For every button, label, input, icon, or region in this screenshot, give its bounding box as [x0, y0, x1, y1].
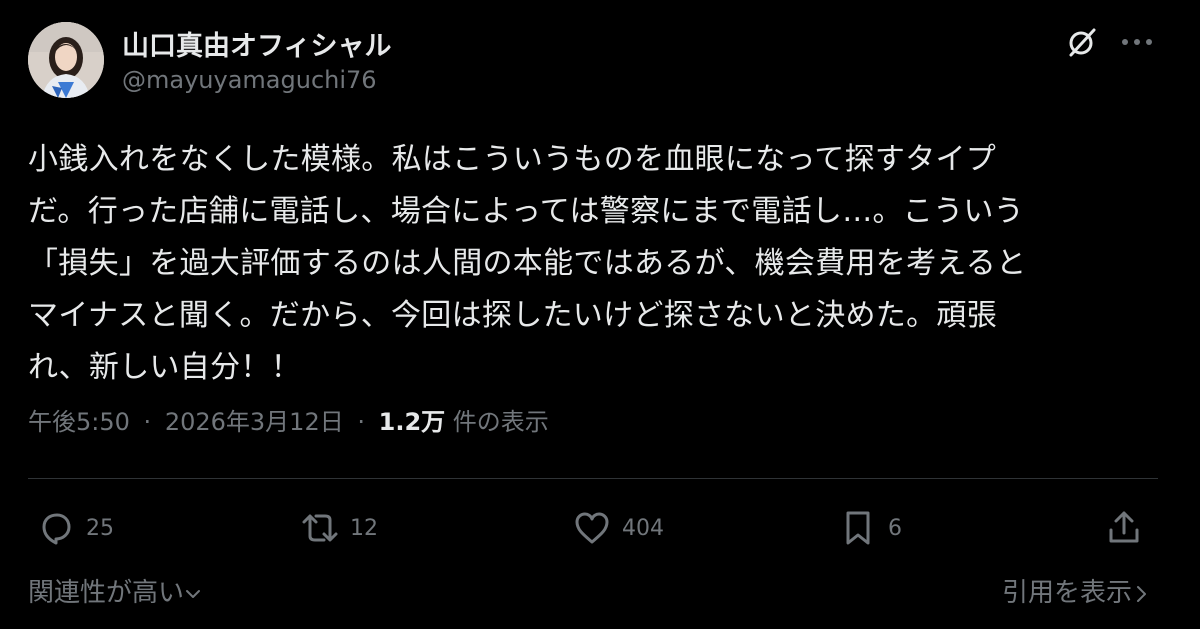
quotes-label: 引用を表示: [1001, 578, 1132, 608]
divider: [28, 478, 1158, 479]
share-icon: [1109, 511, 1139, 543]
meta-separator: ·: [143, 408, 152, 436]
chevron-right-icon: [1137, 585, 1146, 602]
share-button[interactable]: [1104, 506, 1144, 550]
like-count: 404: [622, 515, 664, 541]
reply-icon: [42, 513, 71, 545]
view-quotes-link[interactable]: 引用を表示: [1002, 572, 1150, 609]
meta-separator: ·: [357, 408, 365, 436]
more-icon[interactable]: [1116, 24, 1158, 60]
grok-icon[interactable]: [1064, 24, 1100, 60]
bookmark-button[interactable]: 6: [838, 506, 902, 550]
avatar[interactable]: [28, 22, 104, 98]
tweet-text-line: れ、新しい自分！！: [28, 350, 301, 385]
post-time[interactable]: 午後5:50: [28, 408, 130, 436]
sort-dropdown[interactable]: 関連性が高い: [28, 572, 202, 609]
heart-icon: [575, 512, 609, 544]
reply-count: 25: [86, 515, 114, 541]
tweet-text-line: だ。行った店舗に電話し、場合によっては警察にまで電話し…。こういう: [28, 194, 1024, 229]
display-name[interactable]: 山口真由オフィシャル: [122, 24, 391, 63]
chevron-down-icon: [186, 589, 201, 598]
post-date[interactable]: 2026年3月12日: [165, 408, 344, 436]
repost-icon: [302, 514, 338, 542]
bookmark-count: 6: [888, 515, 902, 541]
views-count[interactable]: 1.2万: [379, 408, 446, 436]
tweet-meta: 午後5:50 · 2026年3月12日 · 1.2万 件の表示: [28, 402, 549, 437]
like-button[interactable]: 404: [572, 506, 664, 550]
reply-button[interactable]: 25: [36, 506, 114, 550]
avatar-image: [28, 22, 104, 98]
sort-label: 関連性が高い: [28, 578, 185, 608]
tweet-text-line: マイナスと聞く。だから、今回は探したいけど探さないと決めた。頑張: [28, 298, 997, 333]
repost-count: 12: [350, 515, 378, 541]
tweet-text-line: 小銭入れをなくした模様。私はこういうものを血眼になって探すタイプ: [28, 142, 997, 177]
handle[interactable]: @mayuyamaguchi76: [122, 66, 377, 94]
bookmark-icon: [846, 511, 870, 545]
repost-button[interactable]: 12: [300, 506, 378, 550]
views-label[interactable]: 件の表示: [453, 408, 549, 436]
tweet-text-line: 「損失」を過大評価するのは人間の本能ではあるが、機会費用を考えると: [28, 246, 1027, 281]
tweet-text: 小銭入れをなくした模様。私はこういうものを血眼になって探すタイプ だ。行った店舗…: [28, 134, 1173, 394]
